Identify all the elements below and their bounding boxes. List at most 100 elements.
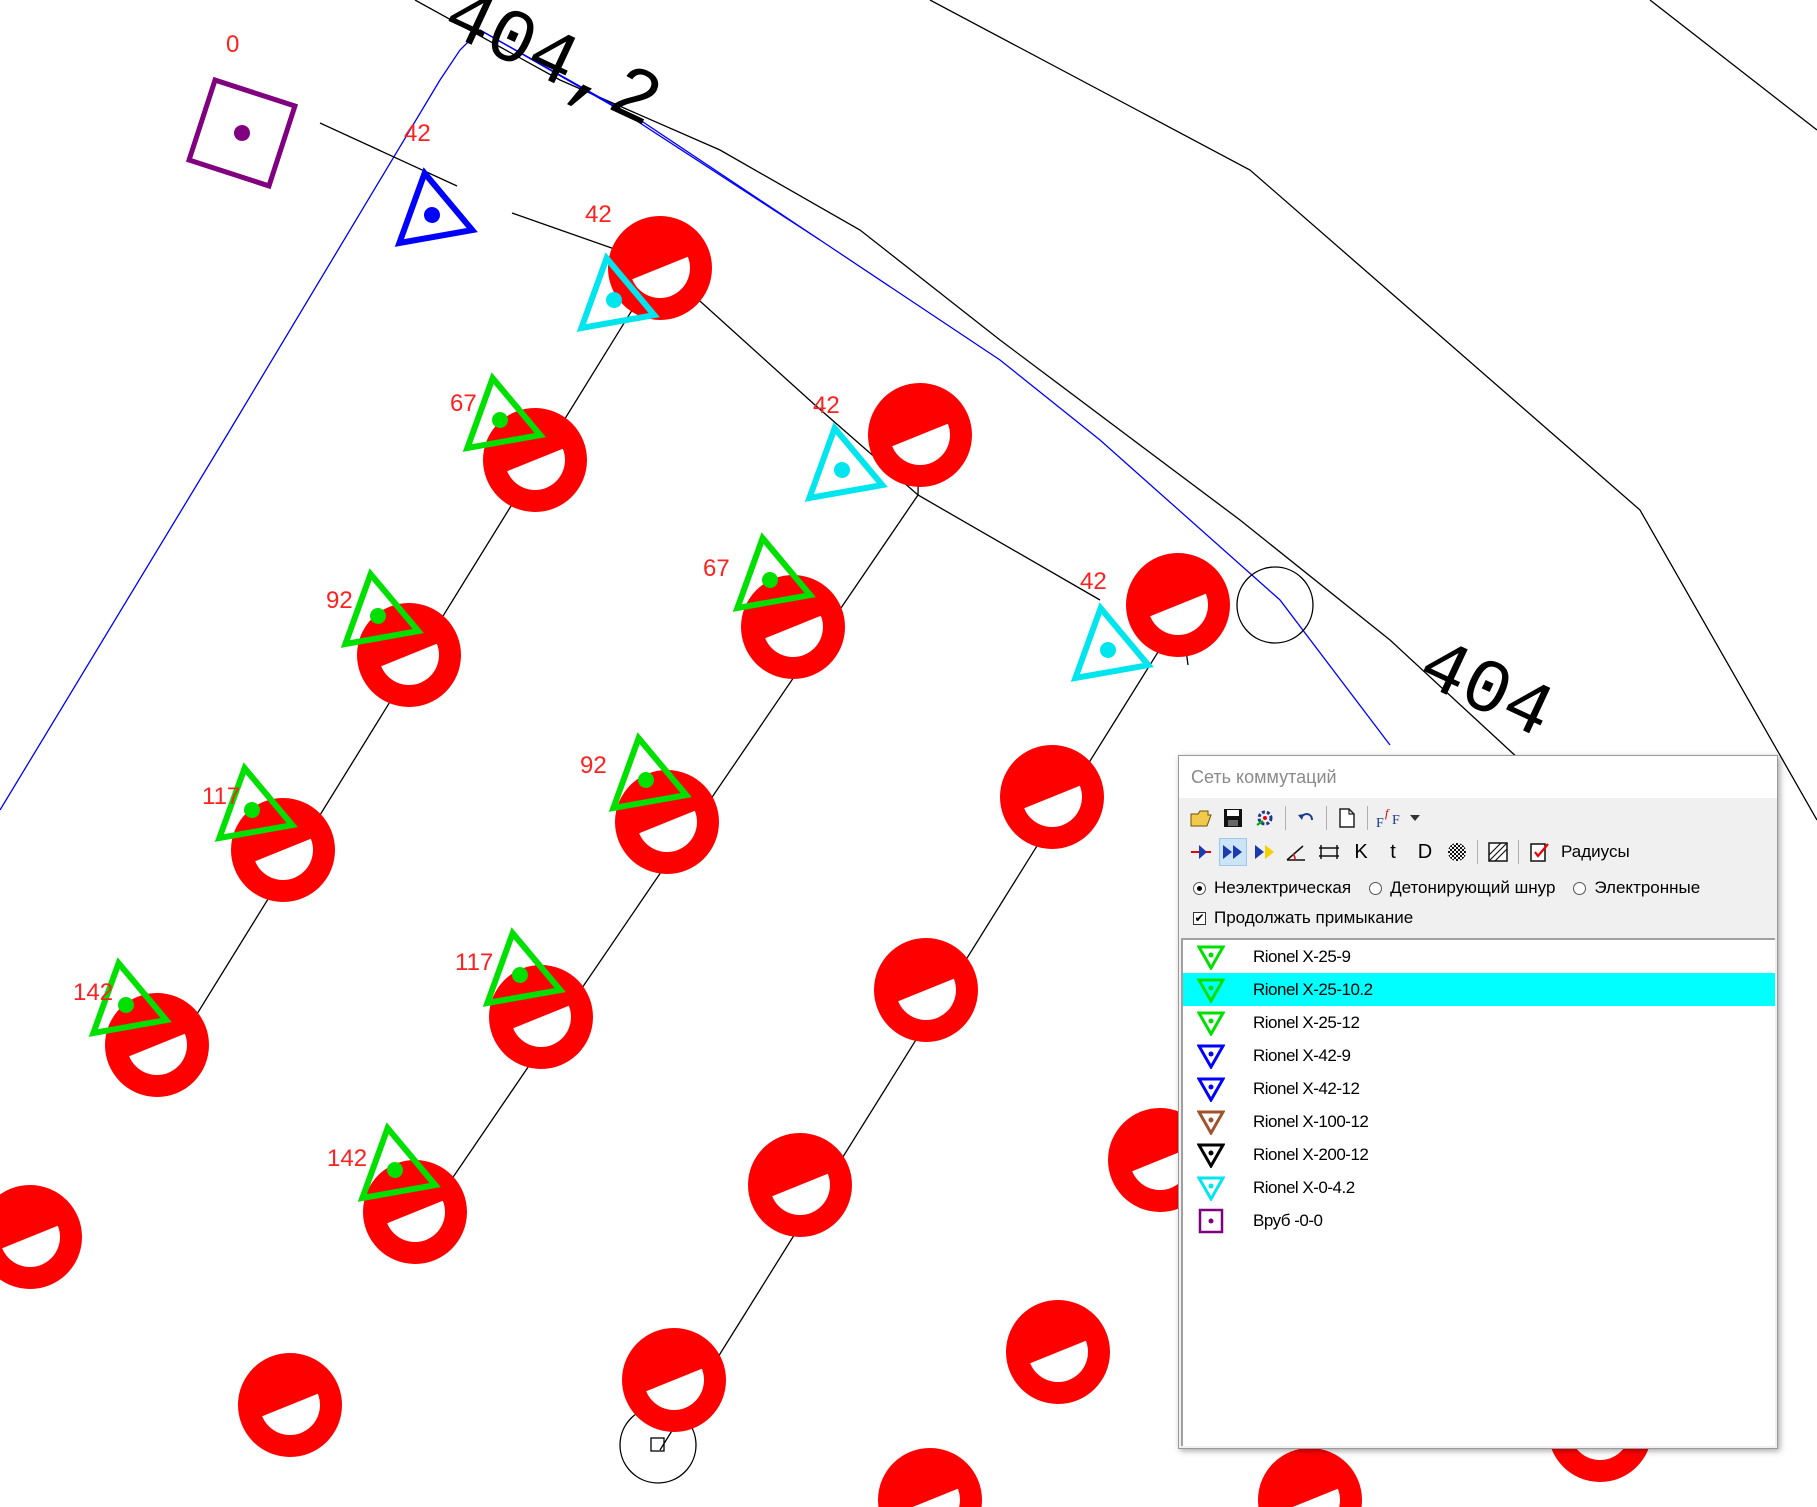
continue-connection-label: Продолжать примыкание [1214,908,1414,927]
radio-detonating-cord[interactable]: Детонирующий шнур [1369,878,1555,898]
toolbar-top: FfF [1179,802,1426,834]
blast-hole[interactable] [467,392,602,527]
detonator-list-item[interactable]: Rionel X-25-10.2 [1183,973,1775,1006]
blast-hole[interactable] [732,1117,867,1252]
undo-icon[interactable] [1292,804,1320,832]
spacing-icon[interactable] [1315,838,1343,866]
hole-label: 42 [1080,568,1107,595]
blast-hole[interactable] [606,1312,741,1447]
double-arrow-yellow-icon[interactable] [1251,838,1279,866]
radio-electronic[interactable]: Электронные [1573,878,1700,898]
triangle-down-icon [1191,1142,1231,1168]
hole-label: 42 [404,120,431,147]
detonator-list-item[interactable]: Вруб -0-0 [1183,1204,1775,1237]
double-arrow-icon[interactable] [1219,838,1247,866]
single-arrow-icon[interactable] [1187,838,1215,866]
detonator-list-item[interactable]: Rionel X-200-12 [1183,1138,1775,1171]
blast-hole[interactable] [1110,537,1245,672]
radio-button[interactable] [1573,881,1587,895]
detonator-list[interactable]: Rionel X-25-9 Rionel X-25-10.2 Rionel X-25… [1181,938,1775,1446]
checklist-icon[interactable] [1525,838,1553,866]
detonator-name: Rionel X-25-10.2 [1253,979,1373,999]
detonator-list-item[interactable]: Rionel X-25-12 [1183,1006,1775,1039]
panel-title: Сеть коммутаций [1179,756,1777,798]
detonator-list-item[interactable]: Rionel X-42-9 [1183,1039,1775,1072]
detonator-name: Вруб -0-0 [1253,1210,1323,1230]
hole-label: 67 [450,390,477,417]
detonator-name: Rionel X-100-12 [1253,1111,1369,1131]
cut-marker[interactable] [185,76,299,190]
radio-label: Детонирующий шнур [1390,878,1556,897]
blast-hole[interactable] [222,1337,357,1472]
open-folder-icon[interactable] [1187,804,1215,832]
detonator-list-item[interactable]: Rionel X-100-12 [1183,1105,1775,1138]
triangle-down-icon [1191,1109,1231,1135]
radio-button[interactable] [1193,881,1206,895]
hole-label: 92 [580,752,607,779]
radii-label[interactable]: Радиусы [1561,842,1630,862]
initiation-mode-group: Неэлектрическая Детонирующий шнур Электр… [1193,878,1718,898]
start-point-marker [650,1437,665,1452]
hatch-icon[interactable] [1443,838,1471,866]
toolbar-separator [1477,840,1478,864]
toolbar-separator [1367,806,1368,830]
save-icon[interactable] [1219,804,1247,832]
toolbar-separator [1518,840,1519,864]
radio-nonelectric[interactable]: Неэлектрическая [1193,878,1351,898]
toolbar-separator [1326,806,1327,830]
svg-text:F: F [1392,813,1400,828]
angle-icon[interactable] [1283,838,1311,866]
dropdown-arrow-icon[interactable] [1408,804,1422,832]
hatch-diagonal-icon[interactable] [1484,838,1512,866]
svg-text:F: F [1376,816,1384,829]
triangle-down-icon [1191,1043,1231,1069]
blast-hole[interactable] [862,1432,997,1507]
hole-label: 117 [202,783,240,810]
radio-button[interactable] [1369,881,1383,895]
hole-label: 117 [455,949,493,976]
triangle-down-icon [1191,1010,1231,1036]
hole-label: 92 [326,587,353,614]
detonator-list-item[interactable]: Rionel X-0-4.2 [1183,1171,1775,1204]
hole-label: 42 [585,201,612,228]
hole-label: 42 [813,392,840,419]
detonator-name: Rionel X-25-9 [1253,946,1351,966]
hole-label: 142 [73,979,113,1006]
d-letter-button[interactable]: D [1411,838,1439,866]
t-letter-button[interactable]: t [1379,838,1407,866]
blast-hole[interactable] [858,922,993,1057]
hole-label: 67 [703,555,730,582]
boundary-lines [0,29,1391,811]
detonator-name: Rionel X-200-12 [1253,1144,1369,1164]
continue-connection-checkbox[interactable]: ✔ [1193,911,1206,925]
detonator-name: Rionel X-42-9 [1253,1045,1351,1065]
blast-hole[interactable] [990,1284,1125,1419]
toolbar-separator [1285,806,1286,830]
toolbar-bottom: K t D Радиусы [1179,836,1630,868]
detonator-name: Rionel X-25-12 [1253,1012,1360,1032]
continue-connection-option[interactable]: ✔ Продолжать примыкание [1193,908,1413,928]
font-icon[interactable]: FfF [1374,804,1410,832]
detonator-list-item[interactable]: Rionel X-42-12 [1183,1072,1775,1105]
detonator-list-item[interactable]: Rionel X-25-9 [1183,940,1775,973]
hole-label: 0 [226,31,239,58]
blast-hole[interactable] [0,1169,98,1304]
elevation-label: 404 [1405,623,1565,759]
hole-label: 142 [327,1145,367,1172]
new-page-icon[interactable] [1333,804,1361,832]
triangle-down-icon [1191,1076,1231,1102]
blast-hole[interactable] [852,367,987,502]
radio-label: Неэлектрическая [1214,878,1352,897]
triangle-down-icon [1191,977,1231,1003]
k-letter-button[interactable]: K [1347,838,1375,866]
square-dot-icon [1191,1208,1231,1234]
settings-icon[interactable] [1251,804,1279,832]
switching-network-panel[interactable]: Сеть коммутаций FfF K t D Радиусы Неэлек… [1178,755,1778,1449]
reference-circle [1236,566,1314,644]
triangle-down-icon [1191,1175,1231,1201]
triangle-down-icon [1191,944,1231,970]
detonator-name: Rionel X-42-12 [1253,1078,1360,1098]
elevation-label: 404,2 [430,0,673,147]
blast-hole[interactable] [984,729,1119,864]
connector-blue[interactable] [388,167,478,247]
